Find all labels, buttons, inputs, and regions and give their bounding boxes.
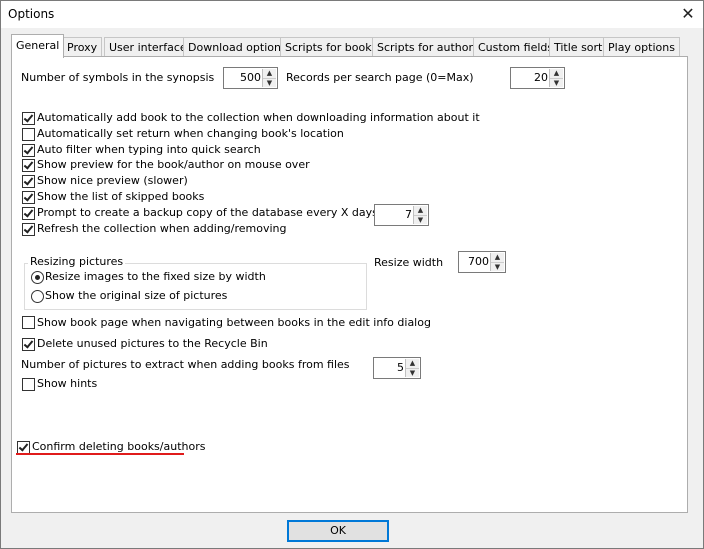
show-hints-checkbox[interactable] [22, 378, 35, 391]
backup-prompt-checkbox[interactable] [22, 207, 35, 220]
spin-up-icon[interactable]: ▲ [414, 206, 427, 215]
resizing-group-title: Resizing pictures [28, 255, 126, 268]
pictures-extract-spinner[interactable]: 5 ▲ ▼ [373, 357, 421, 379]
highlight-underline [16, 453, 184, 455]
show-book-page-checkbox[interactable] [22, 316, 35, 329]
show-preview-checkbox[interactable] [22, 159, 35, 172]
delete-unused-label: Delete unused pictures to the Recycle Bi… [37, 337, 268, 350]
pictures-extract-label: Number of pictures to extract when addin… [21, 358, 350, 371]
resize-original-radio[interactable] [31, 290, 44, 303]
spin-down-icon[interactable]: ▼ [414, 215, 427, 224]
spin-up-icon[interactable]: ▲ [263, 69, 276, 78]
auto-filter-checkbox[interactable] [22, 144, 35, 157]
confirm-delete-label: Confirm deleting books/authors [32, 440, 206, 453]
refresh-collection-checkbox[interactable] [22, 223, 35, 236]
resize-original-label: Show the original size of pictures [45, 289, 228, 302]
records-per-page-value: 20 [534, 71, 548, 84]
pictures-extract-value: 5 [397, 361, 404, 374]
spin-down-icon[interactable]: ▼ [406, 368, 419, 377]
skipped-books-checkbox[interactable] [22, 191, 35, 204]
backup-prompt-label: Prompt to create a backup copy of the da… [37, 206, 382, 219]
synopsis-symbols-label: Number of symbols in the synopsis [21, 71, 215, 84]
spin-down-icon[interactable]: ▼ [491, 262, 504, 271]
nice-preview-checkbox[interactable] [22, 175, 35, 188]
skipped-books-label: Show the list of skipped books [37, 190, 205, 203]
general-content: Number of symbols in the synopsis 500 ▲ ▼… [1, 1, 703, 548]
backup-days-spinner[interactable]: 7 ▲ ▼ [374, 204, 429, 226]
show-preview-label: Show preview for the book/author on mous… [37, 158, 310, 171]
options-dialog: Options ✕ General Proxy User interface D… [0, 0, 704, 549]
synopsis-symbols-value: 500 [240, 71, 261, 84]
show-hints-label: Show hints [37, 377, 98, 390]
synopsis-symbols-spinner[interactable]: 500 ▲ ▼ [223, 67, 278, 89]
show-book-page-label: Show book page when navigating between b… [37, 316, 431, 329]
resize-width-value: 700 [468, 255, 489, 268]
resize-width-label: Resize width [374, 256, 444, 269]
auto-add-book-label: Automatically add book to the collection… [37, 111, 480, 124]
backup-days-value: 7 [405, 208, 412, 221]
spin-up-icon[interactable]: ▲ [491, 253, 504, 262]
nice-preview-label: Show nice preview (slower) [37, 174, 188, 187]
auto-set-return-checkbox[interactable] [22, 128, 35, 141]
spin-up-icon[interactable]: ▲ [406, 359, 419, 368]
resize-width-spinner[interactable]: 700 ▲ ▼ [458, 251, 506, 273]
auto-add-book-checkbox[interactable] [22, 112, 35, 125]
spin-down-icon[interactable]: ▼ [550, 78, 563, 87]
refresh-collection-label: Refresh the collection when adding/remov… [37, 222, 287, 235]
records-per-page-spinner[interactable]: 20 ▲ ▼ [510, 67, 565, 89]
auto-set-return-label: Automatically set return when changing b… [37, 127, 344, 140]
resize-fixed-label: Resize images to the fixed size by width [45, 270, 266, 283]
records-per-page-label: Records per search page (0=Max) [286, 71, 474, 84]
spin-up-icon[interactable]: ▲ [550, 69, 563, 78]
auto-filter-label: Auto filter when typing into quick searc… [37, 143, 261, 156]
resize-fixed-radio[interactable] [31, 271, 44, 284]
delete-unused-checkbox[interactable] [22, 338, 35, 351]
spin-down-icon[interactable]: ▼ [263, 78, 276, 87]
